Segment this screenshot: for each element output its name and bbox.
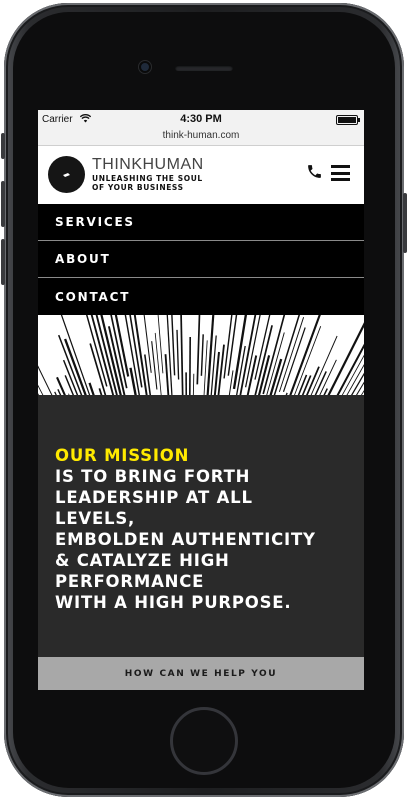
brand-tagline: UNLEASHING THE SOUL OF YOUR BUSINESS — [92, 174, 203, 192]
sunburst-ray — [203, 340, 208, 395]
front-camera — [139, 61, 151, 73]
help-cta-button[interactable]: HOW CAN WE HELP YOU — [38, 657, 364, 690]
sunburst-ray — [200, 334, 204, 376]
volume-up-button — [1, 181, 5, 227]
mission-body: IS TO BRING FORTH LEADERSHIP AT ALL LEVE… — [55, 467, 316, 612]
phone-screen: Carrier 4:30 PM think-human.com THINKHUM… — [38, 110, 364, 690]
sunburst-ray — [60, 315, 91, 395]
menu-bar — [331, 171, 350, 175]
volume-down-button — [1, 239, 5, 285]
site-header: THINKHUMAN UNLEASHING THE SOUL OF YOUR B… — [38, 146, 364, 204]
nav-item-contact[interactable]: CONTACT — [38, 278, 364, 315]
address-bar[interactable]: think-human.com — [38, 130, 364, 146]
nav-item-services[interactable]: SERVICES — [38, 204, 364, 241]
sunburst-ray — [143, 315, 152, 373]
menu-bar — [331, 165, 350, 168]
hero-sunburst-illustration — [38, 315, 364, 395]
battery-level — [338, 117, 356, 123]
sunburst-ray — [176, 329, 180, 380]
brand-name[interactable]: THINKHUMAN — [92, 156, 204, 174]
sunburst-ray — [232, 315, 248, 390]
sunburst-ray — [171, 315, 176, 376]
battery-icon — [336, 115, 360, 125]
mission-title: OUR MISSION — [55, 446, 190, 465]
sunburst-ray — [54, 391, 57, 395]
status-time: 4:30 PM — [180, 113, 222, 125]
sunburst-ray — [196, 315, 201, 385]
power-button — [403, 193, 407, 253]
hamburger-menu-icon[interactable] — [331, 165, 350, 181]
earpiece-speaker — [175, 65, 233, 71]
sunburst-ray — [285, 392, 288, 395]
nav-item-about[interactable]: ABOUT — [38, 241, 364, 278]
phone-icon[interactable] — [306, 163, 323, 185]
sunburst-ray — [327, 322, 364, 395]
status-bar: Carrier 4:30 PM — [38, 110, 364, 130]
sunburst-ray — [38, 365, 53, 395]
sunburst-ray — [180, 315, 184, 395]
sunburst-ray — [157, 315, 164, 374]
home-button[interactable] — [170, 707, 238, 775]
menu-bar — [331, 178, 350, 181]
main-nav: SERVICES ABOUT CONTACT — [38, 204, 364, 315]
sunburst-ray — [38, 331, 46, 395]
sunburst-ray — [151, 341, 158, 390]
sunburst-ray — [192, 373, 195, 395]
mission-statement: OUR MISSION IS TO BRING FORTH LEADERSHIP… — [38, 395, 364, 613]
sunburst-ray — [64, 338, 87, 395]
sunburst-ray — [188, 336, 192, 395]
sunburst-ray — [164, 354, 170, 395]
url-text: think-human.com — [162, 130, 240, 141]
lightning-bolt-icon[interactable] — [48, 156, 85, 193]
silent-switch — [1, 133, 5, 159]
sunburst-ray — [89, 343, 107, 395]
